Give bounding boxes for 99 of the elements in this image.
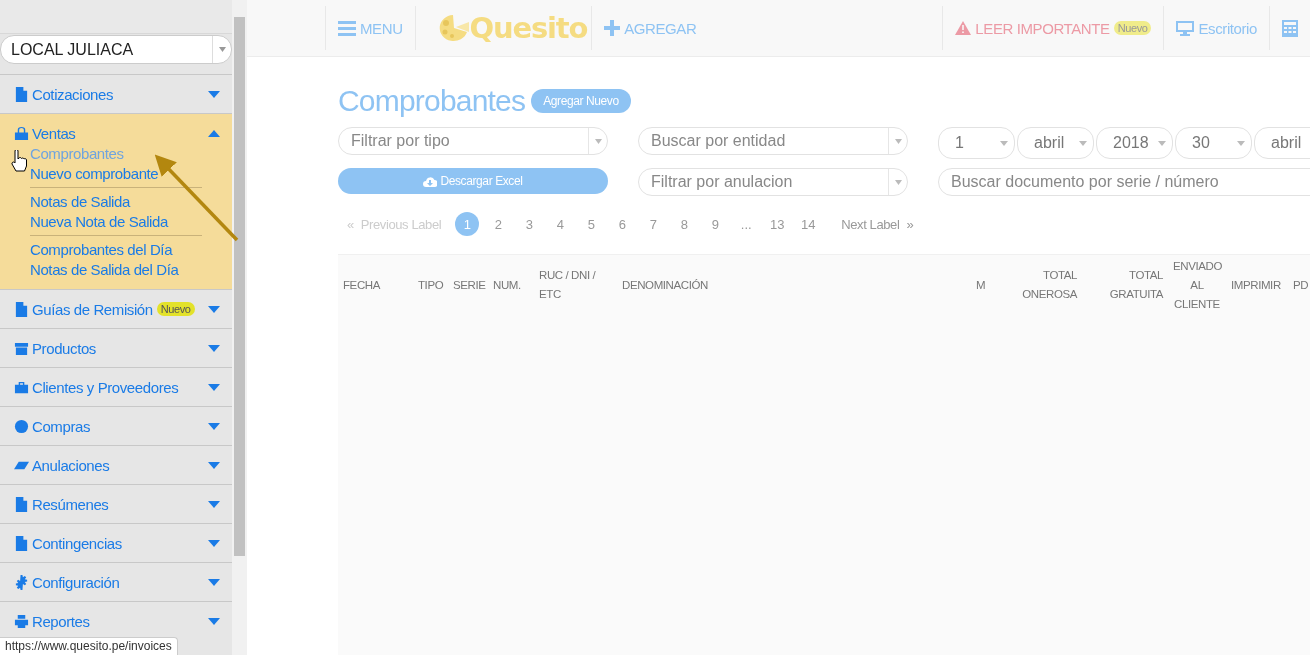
next-page-link[interactable]: Next Label » (841, 216, 914, 232)
date-select[interactable]: 2018 (1096, 127, 1173, 159)
column-header: RUC / DNI / ETC (538, 268, 597, 302)
calculator-icon[interactable] (1282, 19, 1298, 37)
menu-icon (338, 20, 356, 36)
date-select[interactable]: abril (1254, 127, 1310, 159)
page-link[interactable]: 5 (579, 212, 604, 236)
submenu-link[interactable]: Comprobantes (30, 144, 124, 164)
menu-item[interactable]: Cotizaciones (0, 75, 232, 113)
column-header: FECHA (342, 277, 382, 293)
menu-item[interactable]: Anulaciones (0, 446, 232, 484)
entity-search-select[interactable]: Buscar por entidad (638, 127, 908, 155)
caret-icon (208, 539, 220, 547)
menu-item[interactable]: Reportes (0, 602, 232, 640)
caret-icon (1000, 140, 1008, 146)
page-link[interactable]: 14 (796, 212, 821, 236)
caret-icon (894, 138, 902, 144)
column-header: TOTAL ONEROSA (1021, 268, 1079, 302)
menu-item[interactable]: Guías de Remisión Nuevo (0, 290, 232, 328)
caret-icon (208, 617, 220, 625)
caret-icon (594, 138, 602, 144)
submenu-link[interactable]: Nuevo comprobante (30, 163, 159, 183)
file-icon (14, 301, 29, 317)
submenu-link[interactable]: Nueva Nota de Salida (30, 211, 168, 231)
important-button[interactable]: LEER IMPORTANTE (955, 19, 1110, 37)
page-link[interactable]: 3 (517, 212, 542, 236)
column-header: TIPO (417, 277, 445, 293)
file-icon (14, 535, 29, 551)
status-url-tooltip: https://www.quesito.pe/invoices (0, 637, 178, 655)
cloud-download-icon (423, 175, 438, 187)
page-link[interactable]: 9 (703, 212, 728, 236)
column-header: SERIE (452, 277, 487, 293)
menu-item[interactable]: Configuración (0, 563, 232, 601)
page-link[interactable]: 1 (455, 212, 480, 236)
caret-icon (894, 179, 902, 185)
caret-icon (208, 383, 220, 391)
add-button[interactable]: AGREGAR (604, 19, 697, 37)
menu-item[interactable]: Compras (0, 407, 232, 445)
warning-icon (955, 21, 972, 35)
document-search-field[interactable]: Buscar documento por serie / número (938, 168, 1310, 196)
caret-icon (208, 129, 220, 137)
caret-icon (208, 422, 220, 430)
menu-item[interactable]: Clientes y Proveedores (0, 368, 232, 406)
new-badge: Nuevo (1113, 21, 1152, 35)
hand-cursor-icon (11, 150, 27, 172)
submenu-link[interactable]: Comprobantes del Día (30, 240, 173, 260)
page-title: Comprobantes (338, 84, 526, 118)
caret-icon (208, 305, 220, 313)
archive-icon (14, 340, 29, 356)
download-excel-button[interactable]: Descargar Excel (338, 168, 608, 194)
caret-icon (208, 344, 220, 352)
column-header: TOTAL GRATUITA (1108, 268, 1165, 302)
column-header: ENVIADO AL CLIENTE (1172, 258, 1223, 312)
date-select[interactable]: 30 (1175, 127, 1252, 159)
caret-icon (208, 90, 220, 98)
new-badge: Nuevo (156, 302, 195, 316)
caret-icon (1237, 140, 1245, 146)
date-select[interactable]: 1 (938, 127, 1015, 159)
monitor-icon (1176, 20, 1195, 36)
date-select[interactable]: abril (1017, 127, 1094, 159)
column-header: DENOMINACIÓN (621, 277, 709, 293)
page-link[interactable]: 2 (486, 212, 511, 236)
caret-icon (208, 461, 220, 469)
store-select[interactable]: LOCAL JULIACA (0, 35, 232, 64)
caret-icon (208, 500, 220, 508)
column-header: M (975, 277, 987, 293)
menu-item[interactable]: Resúmenes (0, 485, 232, 523)
scrollbar[interactable] (232, 0, 247, 655)
type-filter-select[interactable]: Filtrar por tipo (338, 127, 608, 155)
page-link[interactable]: 6 (610, 212, 635, 236)
file-icon (14, 496, 29, 512)
page-link[interactable]: ... (734, 212, 759, 236)
menu-item[interactable]: Ventas (0, 114, 232, 144)
desktop-button[interactable]: Escritorio (1176, 19, 1257, 37)
menu-item[interactable]: Contingencias (0, 524, 232, 562)
annulment-filter-select[interactable]: Filtrar por anulacion (638, 168, 908, 196)
page-link[interactable]: 7 (641, 212, 666, 236)
column-header: PD (1292, 277, 1310, 293)
submenu-link[interactable]: Notas de Salida del Día (30, 259, 179, 279)
gear-icon (14, 574, 29, 590)
caret-icon (208, 578, 220, 586)
page-link[interactable]: 4 (548, 212, 573, 236)
caret-icon (1158, 140, 1166, 146)
column-header: IMPRIMIR (1230, 277, 1282, 293)
printer-icon (14, 613, 29, 629)
menu-item[interactable]: Productos (0, 329, 232, 367)
page-link[interactable]: 8 (672, 212, 697, 236)
page-link[interactable]: 13 (765, 212, 790, 236)
caret-icon (1079, 140, 1087, 146)
briefcase-icon (14, 379, 29, 395)
column-header: NUM. (492, 277, 522, 293)
bag-icon (14, 125, 29, 141)
submenu-link[interactable]: Notas de Salida (30, 192, 130, 212)
plus-icon (604, 20, 621, 36)
file-icon (14, 86, 29, 102)
caret-icon (218, 47, 226, 52)
menu-button[interactable]: MENU (338, 19, 403, 37)
add-new-button[interactable]: Agregar Nuevo (531, 89, 631, 113)
logo-text: Quesito (469, 11, 588, 45)
